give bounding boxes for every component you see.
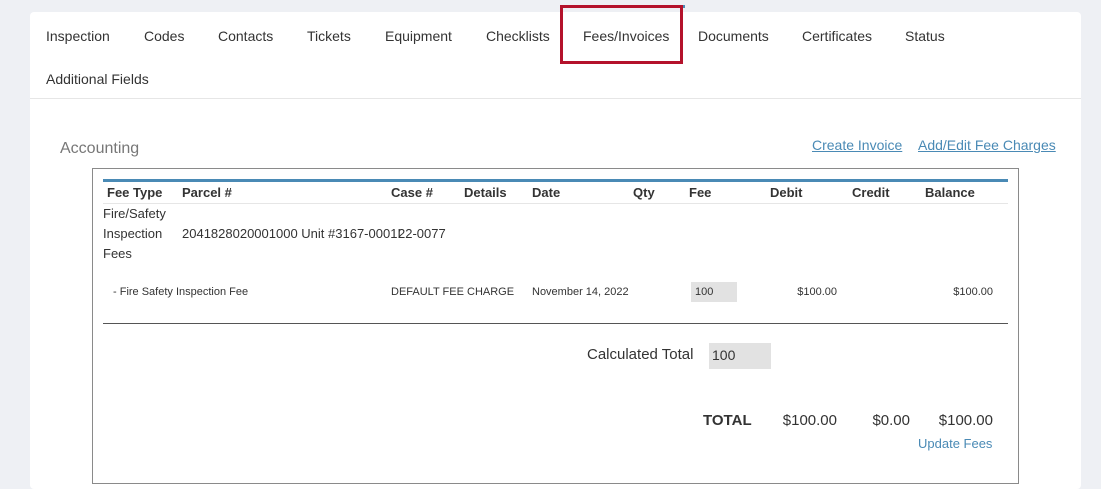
tab-documents[interactable]: Documents: [698, 28, 769, 44]
calculated-total-input[interactable]: 100: [709, 343, 771, 369]
col-parcel: Parcel #: [182, 185, 232, 200]
line-item-name: - Fire Safety Inspection Fee: [113, 286, 249, 298]
create-invoice-link[interactable]: Create Invoice: [812, 137, 902, 153]
parcel-number: 2041828020001000 Unit #3167-0001I: [182, 226, 402, 241]
tab-checklists[interactable]: Checklists: [486, 28, 550, 44]
table-top-bar: [103, 179, 1008, 182]
header-divider: [103, 203, 1008, 204]
col-fee: Fee: [689, 185, 712, 200]
tab-additional-fields[interactable]: Additional Fields: [46, 71, 149, 87]
calculated-total-label: Calculated Total: [587, 346, 694, 363]
line-item-debit: $100.00: [797, 286, 837, 298]
totals-separator: [103, 323, 1008, 324]
col-balance: Balance: [925, 185, 975, 200]
col-qty: Qty: [633, 185, 655, 200]
tab-tickets[interactable]: Tickets: [307, 28, 351, 44]
tab-fees-invoices[interactable]: Fees/Invoices: [566, 5, 686, 44]
total-balance: $100.00: [938, 412, 993, 429]
tab-codes[interactable]: Codes: [144, 28, 184, 44]
tab-status[interactable]: Status: [905, 28, 945, 44]
tab-equipment[interactable]: Equipment: [385, 28, 452, 44]
col-fee-type: Fee Type: [107, 185, 163, 200]
line-item-balance: $100.00: [953, 286, 993, 298]
section-title: Accounting: [60, 140, 140, 157]
fee-type-line-3: Fees: [103, 246, 132, 261]
case-number: 22-0077: [398, 226, 446, 241]
col-date: Date: [532, 185, 561, 200]
update-fees-link[interactable]: Update Fees: [918, 436, 992, 451]
fee-type-line-1: Fire/Safety: [103, 206, 166, 221]
tab-certificates[interactable]: Certificates: [802, 28, 872, 44]
col-case: Case #: [391, 185, 433, 200]
line-item-details: DEFAULT FEE CHARGE: [391, 286, 515, 298]
col-credit: Credit: [852, 185, 890, 200]
col-debit: Debit: [770, 185, 803, 200]
main-card: Inspection Codes Contacts Tickets Equipm…: [30, 5, 1081, 489]
accounting-table-panel: Fee Type Parcel # Case # Details Date Qt…: [92, 168, 1019, 484]
total-credit: $0.00: [872, 412, 910, 429]
total-label: TOTAL: [703, 412, 752, 429]
fee-type-line-2: Inspection: [103, 226, 163, 241]
fee-input[interactable]: 100: [691, 282, 737, 302]
tab-contacts[interactable]: Contacts: [218, 28, 273, 44]
col-details: Details: [464, 185, 507, 200]
total-debit: $100.00: [782, 412, 837, 429]
add-edit-fee-charges-link[interactable]: Add/Edit Fee Charges: [918, 137, 1056, 153]
line-item-date: November 14, 2022: [532, 286, 629, 298]
tab-bar: Inspection Codes Contacts Tickets Equipm…: [30, 5, 1081, 99]
tab-inspection[interactable]: Inspection: [46, 28, 110, 44]
